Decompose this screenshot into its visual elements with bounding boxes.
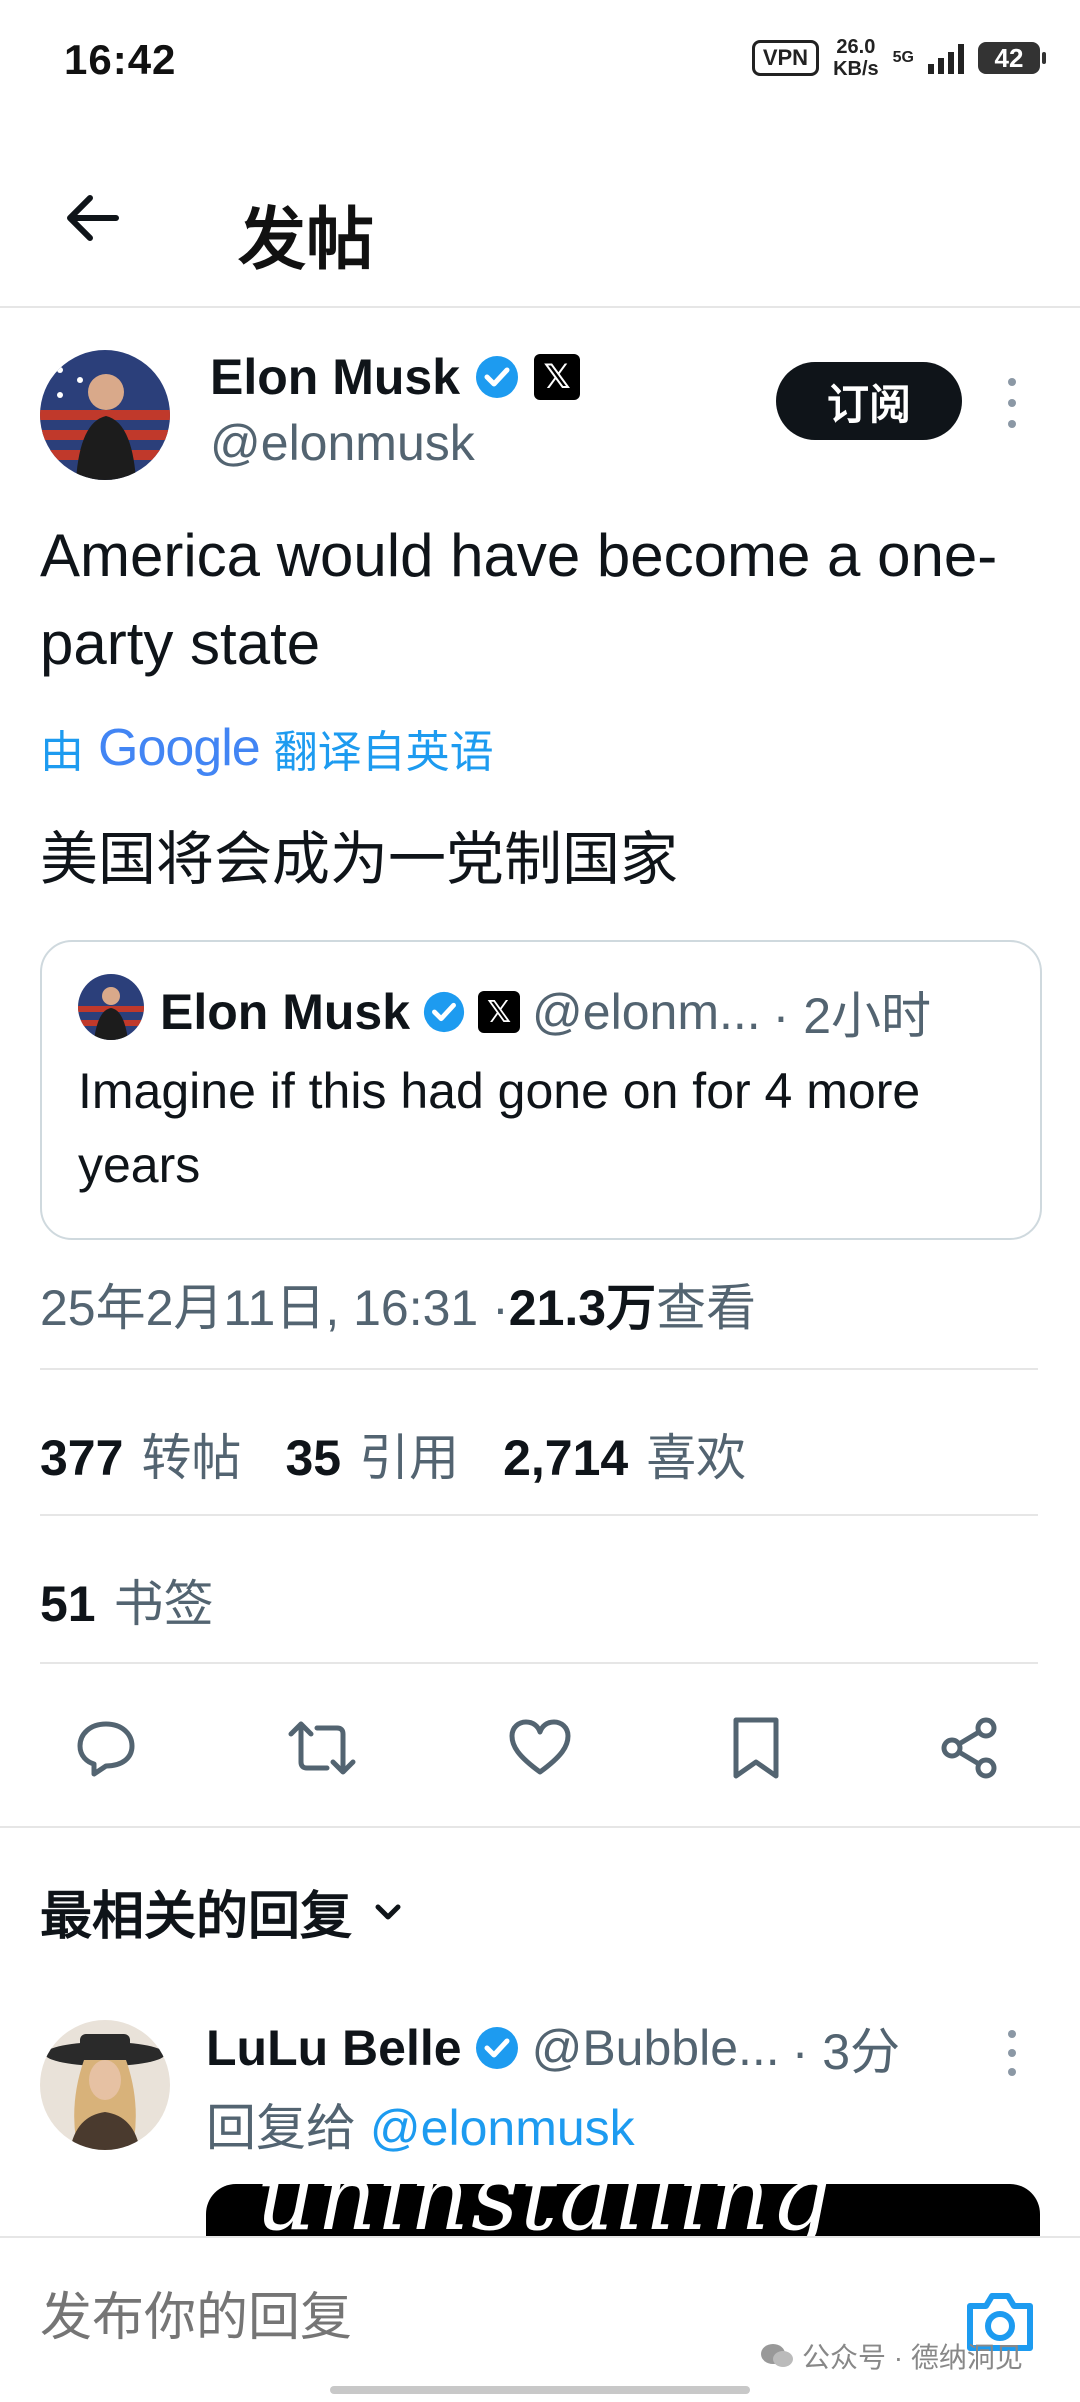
like-button[interactable] [500,1708,580,1788]
bookmarks-count: 51 [40,1576,96,1632]
translate-suffix: 翻译自英语 [273,728,494,777]
quoted-author-avatar [78,974,144,1040]
section-divider [0,1826,1080,1828]
replies-sort-dropdown[interactable]: 最相关的回复 [40,1874,406,1949]
header-divider [0,306,1080,308]
divider [40,1368,1038,1370]
reply-button[interactable] [66,1708,146,1788]
x-affiliation-icon: 𝕏 [478,991,521,1033]
repost-button[interactable] [282,1708,362,1788]
x-affiliation-icon: 𝕏 [534,354,581,400]
quoted-author-name: Elon Musk [160,984,411,1040]
quoted-author-handle: @elonm... [532,984,761,1040]
quotes-stat[interactable]: 35 引用 [285,1418,459,1490]
verified-badge-icon [423,991,465,1033]
author-name[interactable]: Elon Musk 𝕏 [210,348,581,406]
engagement-stats: 377 转帖 35 引用 2,714 喜欢 [40,1418,746,1490]
chevron-down-icon [375,1904,401,1919]
vpn-badge: VPN [751,40,820,76]
speed-value: 26.0 [836,36,876,58]
reply-author-handle[interactable]: @Bubble... [532,2019,780,2077]
divider [40,1514,1038,1516]
verified-badge-icon [475,2027,518,2069]
quoted-post-text: Imagine if this had gone on for 4 more y… [78,1063,921,1193]
signal-icon [928,42,964,74]
bookmark-icon [733,1717,779,1779]
post-meta: 25年2月11日, 16:31 · 21.3万 查看 [40,1268,756,1340]
back-button[interactable] [54,178,134,258]
reposts-stat[interactable]: 377 转帖 [40,1418,241,1490]
reply-icon [77,1721,135,1777]
quotes-label: 引用 [359,1430,460,1486]
translation-attribution[interactable]: 由 Google 翻译自英语 [40,716,494,780]
more-options-icon[interactable] [998,2030,1026,2076]
views-label: 查看 [656,1280,757,1336]
arrow-left-icon [67,195,119,241]
reply-header: LuLu Belle @Bubble... · 3分 [206,2012,900,2084]
home-indicator[interactable] [330,2386,750,2394]
status-time: 16:42 [64,36,177,83]
heart-icon [509,1719,571,1775]
reply-author-name[interactable]: LuLu Belle [206,2019,462,2077]
reply-to-handle[interactable]: @elonmusk [370,2100,635,2156]
watermark: 公众号 · 德纳洞见 [760,2336,1023,2376]
translate-prefix: 由 [40,728,84,777]
network-type: 5G [892,49,914,66]
author-name-text: Elon Musk [210,349,461,405]
bookmarks-stat[interactable]: 51 书签 [40,1564,214,1636]
battery-icon: 42 [978,42,1046,74]
status-indicators: VPN 26.0 KB/s 5G 42 [751,36,1046,80]
speed-unit: KB/s [833,58,879,80]
subscribe-button[interactable]: 订阅 [776,362,962,440]
quoted-post-header: Elon Musk 𝕏 @elonm... · 2小时 [160,976,931,1048]
battery-level: 42 [994,42,1024,73]
replies-heading: 最相关的回复 [40,1888,353,1946]
share-icon [941,1717,997,1779]
likes-count: 2,714 [503,1430,629,1486]
reposts-count: 377 [40,1430,124,1486]
network-speed: 26.0 KB/s [833,36,879,80]
verified-badge-icon [476,356,519,398]
reply-author-avatar[interactable] [40,2020,170,2150]
post-text: America would have become a one-party st… [40,522,998,677]
share-button[interactable] [930,1708,1010,1788]
reply-to-line: 回复给 @elonmusk [206,2088,635,2160]
wechat-icon [761,2344,793,2367]
author-handle[interactable]: @elonmusk [210,414,475,472]
quoted-post-time: · 2小时 [772,988,932,1044]
post-timestamp: 25年2月11日, 16:31 · [40,1280,509,1336]
reply-to-prefix: 回复给 [206,2100,370,2156]
google-logo: Google [98,719,261,777]
author-avatar[interactable] [40,350,170,480]
bookmark-button[interactable] [716,1708,796,1788]
translated-text: 美国将会成为一党制国家 [40,827,679,892]
more-options-icon[interactable] [998,378,1026,428]
bookmarks-label: 书签 [113,1576,214,1632]
views-count: 21.3万 [508,1280,657,1336]
page-title: 发帖 [238,202,375,278]
quotes-count: 35 [285,1430,342,1486]
watermark-text: 公众号 · 德纳洞见 [802,2342,1023,2373]
repost-icon [288,1721,356,1775]
reply-input[interactable] [40,2288,840,2348]
divider [40,1662,1038,1664]
likes-stat[interactable]: 2,714 喜欢 [503,1418,746,1490]
reposts-label: 转帖 [141,1430,242,1486]
reply-time: · 3分 [791,2024,901,2080]
likes-label: 喜欢 [646,1430,747,1486]
